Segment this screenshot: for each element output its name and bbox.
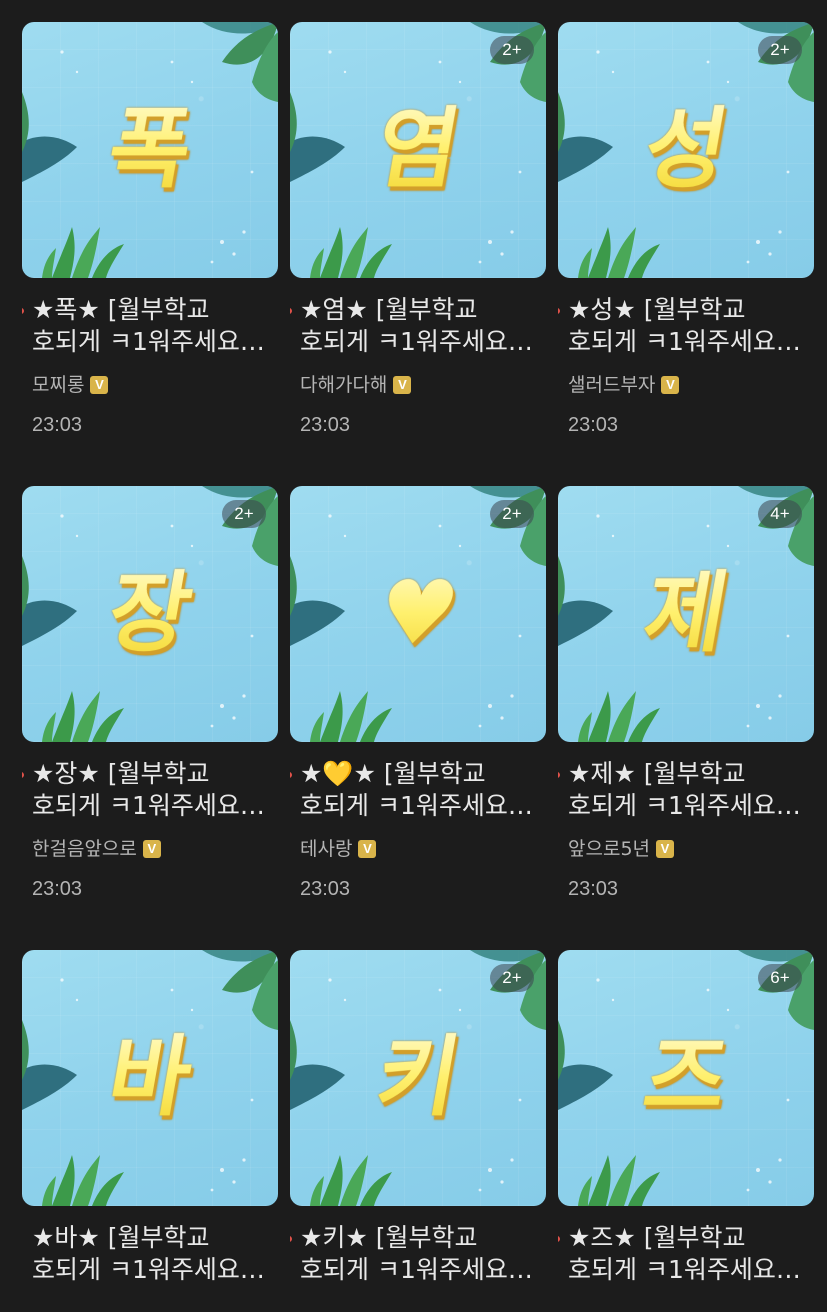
thumbnail-glyph: 바: [22, 1022, 278, 1132]
author-name: 앞으로5년: [568, 838, 651, 860]
post-title[interactable]: ★성★ [월부학교호되게 ㅋ1워주세요…: [558, 294, 814, 358]
unread-dot-icon: [22, 772, 24, 778]
post-card[interactable]: 폭 ★폭★ [월부학교호되게 ㅋ1워주세요… 모찌롱 V 23:03: [22, 22, 278, 486]
thumbnail-glyph: 제: [558, 558, 814, 668]
post-title-line-2: 호되게 ㅋ1워주세요…: [300, 327, 533, 356]
post-title[interactable]: ★즈★ [월부학교호되게 ㅋ1워주세요…: [558, 1222, 814, 1286]
post-title[interactable]: ★키★ [월부학교호되게 ㅋ1워주세요…: [290, 1222, 546, 1286]
post-title-line-2: 호되게 ㅋ1워주세요…: [568, 327, 801, 356]
post-time: 23:03: [568, 414, 619, 436]
post-title-line-1: ★제★ [월부학교: [568, 759, 746, 788]
post-card[interactable]: 염 2+ ★염★ [월부학교호되게 ㅋ1워주세요… 다해가다해 V 23:03: [290, 22, 546, 486]
post-title-line-1: ★장★ [월부학교: [32, 759, 210, 788]
post-time: 23:03: [300, 878, 351, 900]
post-thumbnail[interactable]: 장 2+: [22, 486, 278, 742]
post-card[interactable]: 성 2+ ★성★ [월부학교호되게 ㅋ1워주세요… 샐러드부자 V 23:03: [558, 22, 814, 486]
post-thumbnail[interactable]: 염 2+: [290, 22, 546, 278]
post-card[interactable]: 즈 6+ ★즈★ [월부학교호되게 ㅋ1워주세요…: [558, 950, 814, 1284]
post-time: 23:03: [300, 414, 351, 436]
unread-dot-icon: [290, 772, 292, 778]
post-time: 23:03: [568, 878, 619, 900]
thumbnail-glyph: 성: [558, 94, 814, 204]
post-thumbnail[interactable]: 제 4+: [558, 486, 814, 742]
post-title-line-1: ★바★ [월부학교: [32, 1223, 210, 1252]
post-thumbnail[interactable]: 바: [22, 950, 278, 1206]
post-title-line-1: ★성★ [월부학교: [568, 295, 746, 324]
post-card[interactable]: ♥ 2+ ★💛★ [월부학교호되게 ㅋ1워주세요… 테사랑 V 23:03: [290, 486, 546, 950]
unread-dot-icon: [558, 1236, 560, 1242]
post-thumbnail[interactable]: 키 2+: [290, 950, 546, 1206]
verified-badge-icon: V: [358, 840, 377, 858]
post-title-line-1: ★폭★ [월부학교: [32, 295, 210, 324]
post-title-line-2: 호되게 ㅋ1워주세요…: [568, 791, 801, 820]
post-author[interactable]: 모찌롱 V: [22, 372, 278, 398]
author-name: 샐러드부자: [568, 374, 656, 396]
unread-dot-icon: [558, 772, 560, 778]
post-card[interactable]: 제 4+ ★제★ [월부학교호되게 ㅋ1워주세요… 앞으로5년 V 23:03: [558, 486, 814, 950]
post-author[interactable]: 테사랑 V: [290, 836, 546, 862]
post-author[interactable]: 한걸음앞으로 V: [22, 836, 278, 862]
verified-badge-icon: V: [393, 376, 412, 394]
post-title-line-2: 호되게 ㅋ1워주세요…: [300, 791, 533, 820]
post-title-line-2: 호되게 ㅋ1워주세요…: [32, 1255, 265, 1284]
verified-badge-icon: V: [661, 376, 680, 394]
post-title-line-1: ★키★ [월부학교: [300, 1223, 478, 1252]
post-author[interactable]: 샐러드부자 V: [558, 372, 814, 398]
post-title[interactable]: ★폭★ [월부학교호되게 ㅋ1워주세요…: [22, 294, 278, 358]
unread-dot-icon: [558, 308, 560, 314]
post-time: 23:03: [32, 878, 83, 900]
image-count-badge: 6+: [758, 964, 802, 992]
thumbnail-glyph: 염: [290, 94, 546, 204]
post-author[interactable]: 다해가다해 V: [290, 372, 546, 398]
unread-dot-icon: [290, 1236, 292, 1242]
post-title[interactable]: ★바★ [월부학교호되게 ㅋ1워주세요…: [22, 1222, 278, 1286]
post-grid: 폭 ★폭★ [월부학교호되게 ㅋ1워주세요… 모찌롱 V 23:03 염 2+ ★염★ [월…: [22, 22, 814, 1284]
post-thumbnail[interactable]: 폭: [22, 22, 278, 278]
image-count-badge: 2+: [222, 500, 266, 528]
post-time: 23:03: [32, 414, 83, 436]
thumbnail-glyph: ♥: [290, 558, 546, 668]
post-title-line-1: ★염★ [월부학교: [300, 295, 478, 324]
image-count-badge: 2+: [758, 36, 802, 64]
thumbnail-glyph: 폭: [22, 94, 278, 204]
post-thumbnail[interactable]: ♥ 2+: [290, 486, 546, 742]
post-card[interactable]: 바 ★바★ [월부학교호되게 ㅋ1워주세요…: [22, 950, 278, 1284]
post-title-line-1: ★즈★ [월부학교: [568, 1223, 746, 1252]
verified-badge-icon: V: [656, 840, 675, 858]
image-count-badge: 2+: [490, 36, 534, 64]
thumbnail-glyph: 장: [22, 558, 278, 668]
verified-badge-icon: V: [142, 840, 161, 858]
post-title-line-2: 호되게 ㅋ1워주세요…: [568, 1255, 801, 1284]
post-author[interactable]: 앞으로5년 V: [558, 836, 814, 862]
post-thumbnail[interactable]: 즈 6+: [558, 950, 814, 1206]
unread-dot-icon: [290, 308, 292, 314]
verified-badge-icon: V: [90, 376, 109, 394]
author-name: 모찌롱: [32, 374, 85, 396]
thumbnail-glyph: 키: [290, 1022, 546, 1132]
author-name: 한걸음앞으로: [32, 838, 137, 860]
post-card[interactable]: 장 2+ ★장★ [월부학교호되게 ㅋ1워주세요… 한걸음앞으로 V 23:03: [22, 486, 278, 950]
thumbnail-glyph: 즈: [558, 1022, 814, 1132]
image-count-badge: 2+: [490, 964, 534, 992]
post-thumbnail[interactable]: 성 2+: [558, 22, 814, 278]
post-title-line-1: ★💛★ [월부학교: [300, 759, 486, 788]
post-card[interactable]: 키 2+ ★키★ [월부학교호되게 ㅋ1워주세요…: [290, 950, 546, 1284]
image-count-badge: 2+: [490, 500, 534, 528]
post-title[interactable]: ★장★ [월부학교호되게 ㅋ1워주세요…: [22, 758, 278, 822]
post-title[interactable]: ★염★ [월부학교호되게 ㅋ1워주세요…: [290, 294, 546, 358]
post-title[interactable]: ★제★ [월부학교호되게 ㅋ1워주세요…: [558, 758, 814, 822]
author-name: 다해가다해: [300, 374, 388, 396]
author-name: 테사랑: [300, 838, 353, 860]
post-title-line-2: 호되게 ㅋ1워주세요…: [300, 1255, 533, 1284]
image-count-badge: 4+: [758, 500, 802, 528]
post-title-line-2: 호되게 ㅋ1워주세요…: [32, 791, 265, 820]
post-title[interactable]: ★💛★ [월부학교호되게 ㅋ1워주세요…: [290, 758, 546, 822]
post-title-line-2: 호되게 ㅋ1워주세요…: [32, 327, 265, 356]
unread-dot-icon: [22, 308, 24, 314]
